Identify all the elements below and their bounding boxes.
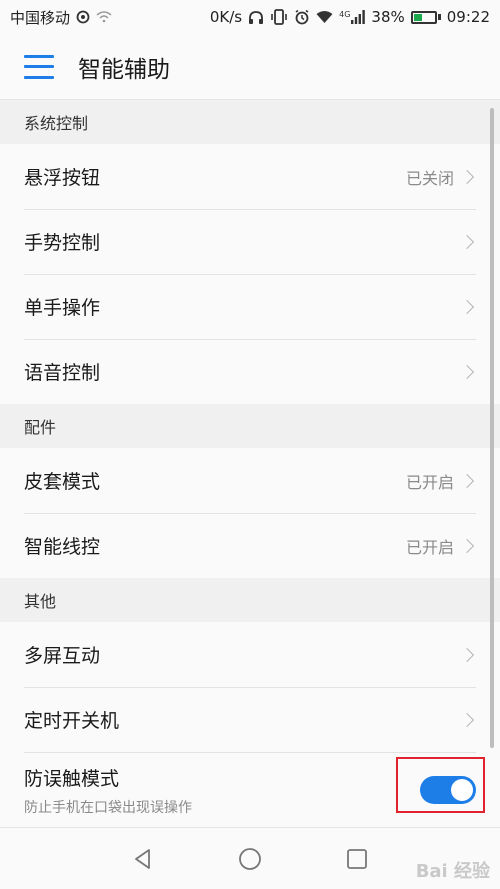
back-icon[interactable]: [123, 839, 163, 879]
scrollbar[interactable]: [490, 108, 494, 748]
chevron-right-icon: [459, 538, 475, 553]
chevron-right-icon: [459, 712, 475, 727]
row-right: [459, 299, 476, 314]
row-right: [459, 364, 476, 379]
row-label: 单手操作: [24, 297, 101, 319]
row-scheduled-power[interactable]: 定时开关机: [0, 687, 500, 752]
section-header-accessories: 配件: [0, 404, 500, 448]
settings-list: 系统控制 悬浮按钮 已关闭 手势控制 单手操作 语音控制 配件 皮套模式 已开启: [0, 100, 500, 827]
row-right: [459, 712, 476, 727]
row-value: 已关闭: [405, 168, 454, 188]
row-cover-mode[interactable]: 皮套模式 已开启: [0, 448, 500, 513]
wifi-hotspot-icon: [96, 11, 112, 23]
row-label: 皮套模式: [24, 471, 101, 493]
row-label: 定时开关机: [24, 710, 120, 732]
status-bar: 中国移动 0K/s 4G 38% 09:22: [0, 0, 500, 34]
headset-icon: [248, 10, 264, 25]
alarm-icon: [294, 9, 310, 25]
row-label: 手势控制: [24, 232, 101, 254]
row-right: [459, 234, 476, 249]
network-speed: 0K/s: [209, 8, 243, 26]
signal-icon: 4G: [339, 10, 366, 24]
row-one-hand[interactable]: 单手操作: [0, 274, 500, 339]
section-header-system-control: 系统控制: [0, 100, 500, 144]
section-header-other: 其他: [0, 578, 500, 622]
row-label: 防误触模式: [24, 767, 120, 790]
page-title: 智能辅助: [78, 56, 170, 83]
row-text: 防误触模式 防止手机在口袋出现误操作: [24, 764, 192, 817]
status-right: 0K/s 4G 38% 09:22: [210, 8, 490, 26]
row-voice-control[interactable]: 语音控制: [0, 339, 500, 404]
chevron-right-icon: [459, 299, 475, 314]
home-icon[interactable]: [230, 839, 270, 879]
row-subtitle: 防止手机在口袋出现误操作: [24, 799, 192, 816]
row-right: 已关闭: [406, 165, 476, 189]
row-multi-screen[interactable]: 多屏互动: [0, 622, 500, 687]
app-bar: 智能辅助: [0, 34, 500, 100]
menu-icon[interactable]: [24, 54, 54, 79]
chevron-right-icon: [459, 364, 475, 379]
status-left: 中国移动: [10, 7, 112, 28]
recents-icon[interactable]: [337, 839, 377, 879]
row-label: 多屏互动: [24, 645, 101, 667]
row-right: 已开启: [406, 469, 476, 493]
highlight-box: [396, 757, 485, 813]
battery-icon: [410, 10, 441, 24]
vibrate-icon: [270, 9, 288, 25]
row-right: [459, 647, 476, 662]
carrier-label: 中国移动: [10, 8, 71, 27]
row-value: 已开启: [405, 472, 454, 492]
watermark: Bai 经验: [415, 861, 490, 882]
row-value: 已开启: [405, 537, 454, 557]
chevron-right-icon: [459, 234, 475, 249]
row-gesture-control[interactable]: 手势控制: [0, 209, 500, 274]
clock: 09:22: [446, 8, 490, 26]
row-smart-remote[interactable]: 智能线控 已开启: [0, 513, 500, 578]
chevron-right-icon: [459, 647, 475, 662]
row-label: 悬浮按钮: [24, 167, 101, 189]
network-type: 4G: [339, 10, 351, 19]
row-right: 已开启: [406, 534, 476, 558]
hd-call-icon: [76, 10, 90, 24]
chevron-right-icon: [459, 169, 475, 184]
chevron-right-icon: [459, 473, 475, 488]
row-label: 智能线控: [24, 536, 101, 558]
wifi-icon: [316, 10, 333, 24]
row-floating-button[interactable]: 悬浮按钮 已关闭: [0, 144, 500, 209]
battery-percent: 38%: [371, 8, 405, 26]
row-label: 语音控制: [24, 362, 101, 384]
